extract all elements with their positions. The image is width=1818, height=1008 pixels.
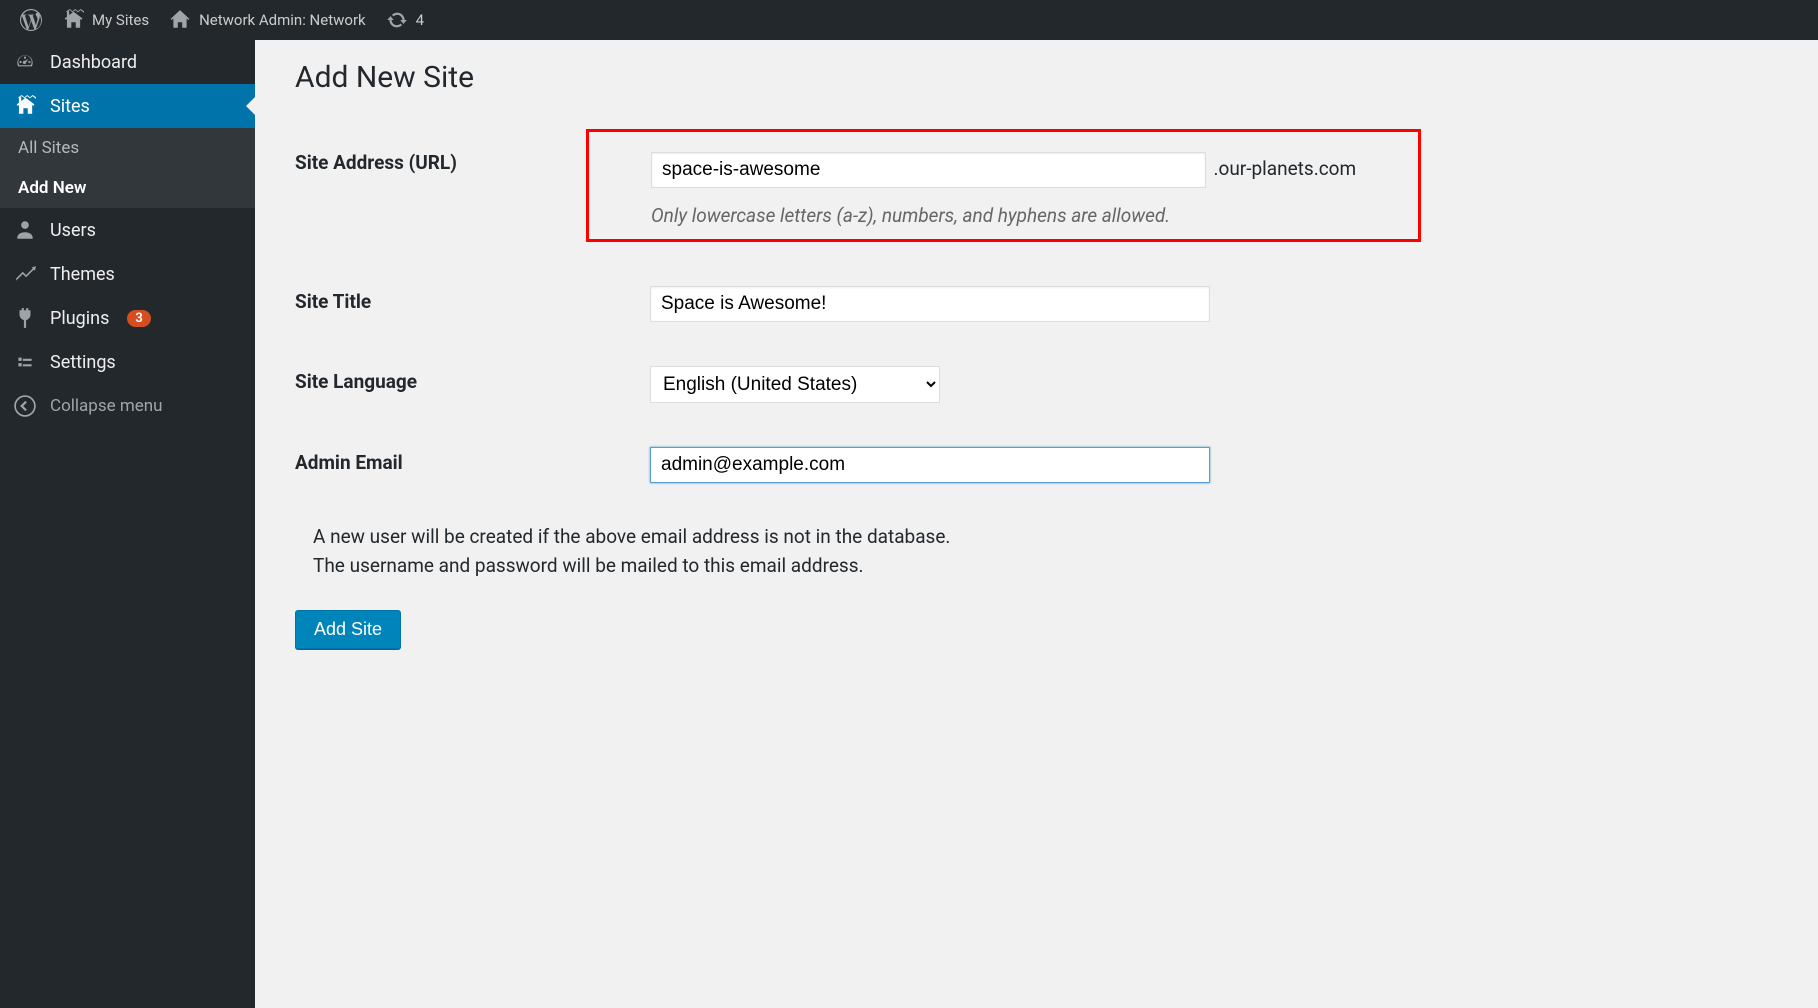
update-icon	[386, 9, 408, 31]
add-site-button[interactable]: Add Site	[295, 610, 401, 649]
network-admin-link[interactable]: Network Admin: Network	[159, 9, 376, 31]
sidebar-collapse[interactable]: Collapse menu	[0, 384, 255, 428]
home-icon	[169, 9, 191, 31]
main-content: Add New Site Site Address (URL) .our-pla…	[255, 40, 1818, 1008]
updates-count: 4	[416, 11, 424, 29]
users-icon	[14, 219, 36, 241]
domain-suffix: .our-planets.com	[1213, 157, 1356, 180]
sidebar-item-plugins[interactable]: Plugins 3	[0, 296, 255, 340]
page-title: Add New Site	[295, 60, 1778, 95]
sidebar-label: Themes	[50, 264, 115, 285]
settings-icon	[14, 351, 36, 373]
admin-bar: My Sites Network Admin: Network 4	[0, 0, 1818, 40]
sidebar-label: Plugins	[50, 308, 109, 329]
network-admin-label: Network Admin: Network	[199, 11, 366, 29]
sidebar-label: Sites	[50, 96, 90, 117]
sidebar-label: Collapse menu	[50, 396, 163, 416]
my-sites-link[interactable]: My Sites	[52, 9, 159, 31]
sidebar-label: Settings	[50, 352, 116, 373]
sidebar-item-settings[interactable]: Settings	[0, 340, 255, 384]
label-admin-email: Admin Email	[295, 447, 650, 474]
site-address-description: Only lowercase letters (a-z), numbers, a…	[651, 204, 1356, 227]
themes-icon	[14, 263, 36, 285]
site-language-select[interactable]: English (United States)	[650, 366, 940, 403]
form-note: A new user will be created if the above …	[295, 505, 1778, 580]
row-site-language: Site Language English (United States)	[295, 344, 1778, 425]
sidebar-sites-submenu: All Sites Add New	[0, 128, 255, 208]
sidebar-subitem-add-new[interactable]: Add New	[0, 168, 255, 208]
label-site-language: Site Language	[295, 366, 650, 393]
wordpress-logo-link[interactable]	[10, 9, 52, 31]
highlight-box: .our-planets.com Only lowercase letters …	[586, 129, 1421, 242]
sidebar-item-dashboard[interactable]: Dashboard	[0, 40, 255, 84]
note-line-1: A new user will be created if the above …	[313, 523, 1778, 552]
plugins-icon	[14, 307, 36, 329]
sidebar-item-sites[interactable]: Sites	[0, 84, 255, 128]
updates-link[interactable]: 4	[376, 9, 434, 31]
sidebar-label: Users	[50, 220, 96, 241]
row-site-address: Site Address (URL) .our-planets.com Only…	[295, 125, 1778, 264]
collapse-icon	[14, 395, 36, 417]
sidebar-subitem-all-sites[interactable]: All Sites	[0, 128, 255, 168]
sidebar-item-themes[interactable]: Themes	[0, 252, 255, 296]
admin-email-input[interactable]	[650, 447, 1210, 483]
sidebar-label: Dashboard	[50, 52, 137, 73]
label-site-title: Site Title	[295, 286, 650, 313]
row-site-title: Site Title	[295, 264, 1778, 344]
sites-icon	[14, 95, 36, 117]
dashboard-icon	[14, 51, 36, 73]
plugins-badge: 3	[127, 310, 150, 327]
site-address-input[interactable]	[651, 152, 1206, 188]
site-title-input[interactable]	[650, 286, 1210, 322]
admin-sidebar: Dashboard Sites All Sites Add New Users …	[0, 40, 255, 1008]
note-line-2: The username and password will be mailed…	[313, 552, 1778, 581]
wordpress-icon	[20, 9, 42, 31]
houses-icon	[62, 9, 84, 31]
sidebar-item-users[interactable]: Users	[0, 208, 255, 252]
my-sites-label: My Sites	[92, 11, 149, 29]
row-admin-email: Admin Email	[295, 425, 1778, 505]
